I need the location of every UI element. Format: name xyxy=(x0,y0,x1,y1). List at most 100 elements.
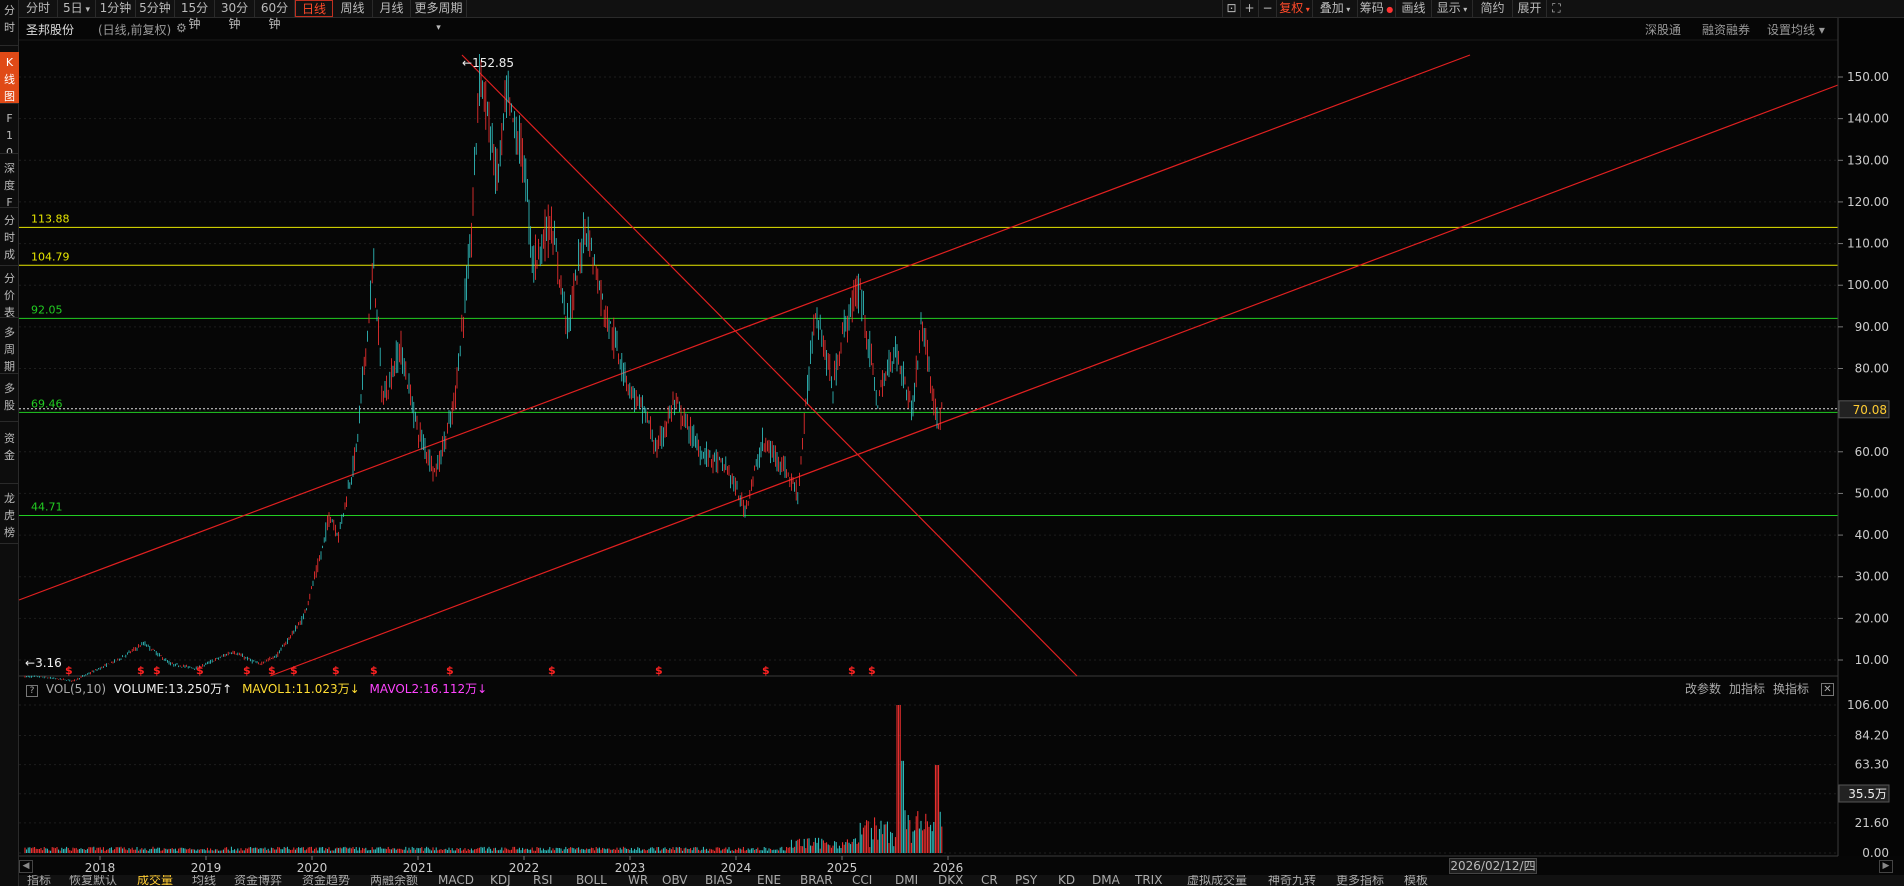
signal-marker: $ xyxy=(65,664,73,677)
y-tick-label: 100.00 xyxy=(1847,278,1889,292)
indicator-tab-1[interactable]: 恢复默认 xyxy=(69,875,117,886)
scroll-left-icon[interactable]: ◀ xyxy=(19,860,33,873)
high-annotation: ←152.85 xyxy=(462,56,514,70)
candle-group-up xyxy=(24,60,943,682)
low-annotation: ←3.16 xyxy=(25,656,62,670)
scroll-right-icon[interactable]: ▶ xyxy=(1879,860,1893,873)
indicator-tab-25[interactable]: 神奇九转 xyxy=(1268,875,1316,886)
indicator-tab-16[interactable]: CCI xyxy=(852,875,872,886)
vol-edit-params[interactable]: 改参数 xyxy=(1685,680,1721,698)
vol-tick-label: 63.30 xyxy=(1855,758,1889,772)
signal-marker: $ xyxy=(655,664,663,677)
current-price-label: 70.08 xyxy=(1853,403,1887,417)
signal-marker: $ xyxy=(446,664,454,677)
y-tick-label: 140.00 xyxy=(1847,112,1889,126)
level-label-1: 104.79 xyxy=(31,250,70,263)
stock-chart-window: 分时K线图F10资料深度F9分时成交分价表多周期多股资金龙虎榜 分时5日 ▾1分… xyxy=(0,0,1904,886)
y-tick-label: 130.00 xyxy=(1847,153,1889,167)
vol-mavol2: MAVOL2:16.112万 xyxy=(369,682,478,696)
signal-marker: $ xyxy=(868,664,876,677)
y-tick-label: 50.00 xyxy=(1855,486,1889,500)
x-tick-label: 2025 xyxy=(827,861,858,875)
x-tick-label: 2021 xyxy=(403,861,434,875)
indicator-tab-23[interactable]: TRIX xyxy=(1135,875,1162,886)
indicator-tab-20[interactable]: PSY xyxy=(1015,875,1037,886)
signal-marker: $ xyxy=(268,664,276,677)
level-label-0: 113.88 xyxy=(31,212,70,225)
x-tick-label: 2019 xyxy=(191,861,222,875)
signal-marker: $ xyxy=(332,664,340,677)
indicator-tab-24[interactable]: 虚拟成交量 xyxy=(1187,875,1247,886)
signal-marker: $ xyxy=(153,664,161,677)
y-tick-label: 30.00 xyxy=(1855,570,1889,584)
indicator-tab-14[interactable]: ENE xyxy=(757,875,781,886)
vol-tick-label: 21.60 xyxy=(1855,816,1889,830)
vol-volume: VOLUME:13.250万 xyxy=(113,682,223,696)
level-label-4: 44.71 xyxy=(31,500,63,513)
vol-add-indicator[interactable]: 加指标 xyxy=(1729,680,1765,698)
volume-header: ? VOL(5,10) VOLUME:13.250万↑ MAVOL1:11.02… xyxy=(26,680,487,698)
trendline-upper xyxy=(18,54,1471,601)
indicator-tab-21[interactable]: KD xyxy=(1058,875,1075,886)
indicator-tab-5[interactable]: 资金趋势 xyxy=(302,875,350,886)
indicator-tab-18[interactable]: DKX xyxy=(938,875,963,886)
y-tick-label: 90.00 xyxy=(1855,320,1889,334)
candle-group-down xyxy=(26,53,938,682)
y-tick-label: 10.00 xyxy=(1855,653,1889,667)
indicator-tab-0[interactable]: 指标 xyxy=(27,875,51,886)
indicator-tab-17[interactable]: DMI xyxy=(895,875,918,886)
x-tick-label: 2018 xyxy=(85,861,116,875)
y-tick-label: 20.00 xyxy=(1855,611,1889,625)
signal-marker: $ xyxy=(370,664,378,677)
indicator-tab-10[interactable]: BOLL xyxy=(576,875,607,886)
x-tick-label: 2022 xyxy=(509,861,540,875)
indicator-tab-13[interactable]: BIAS xyxy=(705,875,733,886)
date-box: 2026/02/12/四 xyxy=(1449,858,1537,874)
vol-tick-label: 84.20 xyxy=(1855,728,1889,742)
indicator-tab-12[interactable]: OBV xyxy=(662,875,688,886)
indicator-tab-9[interactable]: RSI xyxy=(533,875,553,886)
indicator-tab-3[interactable]: 均线 xyxy=(192,875,216,886)
price-chart[interactable]: 113.88104.7992.0569.4644.71 150.00140.00… xyxy=(0,0,1904,886)
signal-marker: $ xyxy=(848,664,856,677)
x-tick-label: 2026 xyxy=(933,861,964,875)
signal-marker: $ xyxy=(196,664,204,677)
y-tick-label: 110.00 xyxy=(1847,237,1889,251)
indicator-tab-11[interactable]: WR xyxy=(628,875,648,886)
indicator-tab-bar: 指标 恢复默认 成交量 均线 资金博弈 资金趋势 两融余额 MACD KDJ RSI BOLL WR O… xyxy=(19,875,1904,886)
trendline-lower xyxy=(269,84,1839,677)
y-tick-label: 40.00 xyxy=(1855,528,1889,542)
indicator-tab-19[interactable]: CR xyxy=(981,875,998,886)
y-tick-label: 60.00 xyxy=(1855,445,1889,459)
indicator-tab-6[interactable]: 两融余额 xyxy=(370,875,418,886)
y-tick-label: 80.00 xyxy=(1855,362,1889,376)
x-tick-label: 2024 xyxy=(721,861,752,875)
indicator-tab-22[interactable]: DMA xyxy=(1092,875,1120,886)
indicator-tab-7[interactable]: MACD xyxy=(438,875,474,886)
signal-marker: $ xyxy=(243,664,251,677)
x-tick-label: 2023 xyxy=(615,861,646,875)
y-tick-label: 120.00 xyxy=(1847,195,1889,209)
indicator-tab-15[interactable]: BRAR xyxy=(800,875,833,886)
help-icon[interactable]: ? xyxy=(26,685,38,697)
vol-tick-label: 106.00 xyxy=(1847,698,1889,712)
signal-marker: $ xyxy=(290,664,298,677)
signal-marker: $ xyxy=(548,664,556,677)
vol-tick-label: 0.00 xyxy=(1862,846,1889,860)
vol-mavol1: MAVOL1:11.023万 xyxy=(242,682,350,696)
vol-switch-indicator[interactable]: 换指标 xyxy=(1773,680,1809,698)
close-icon[interactable]: ✕ xyxy=(1821,683,1834,696)
trendline-descending xyxy=(461,54,1078,677)
indicator-tab-2[interactable]: 成交量 xyxy=(137,875,173,886)
indicator-tab-4[interactable]: 资金博弈 xyxy=(234,875,282,886)
level-label-2: 92.05 xyxy=(31,303,63,316)
current-volume-label: 35.5万 xyxy=(1848,787,1887,801)
x-tick-label: 2020 xyxy=(297,861,328,875)
vol-indicator-name[interactable]: VOL(5,10) xyxy=(46,682,106,696)
signal-marker: $ xyxy=(762,664,770,677)
indicator-tab-8[interactable]: KDJ xyxy=(490,875,511,886)
signal-marker: $ xyxy=(137,664,145,677)
indicator-tab-26[interactable]: 更多指标 xyxy=(1336,875,1384,886)
indicator-tab-27[interactable]: 模板 xyxy=(1404,875,1428,886)
y-tick-label: 150.00 xyxy=(1847,70,1889,84)
